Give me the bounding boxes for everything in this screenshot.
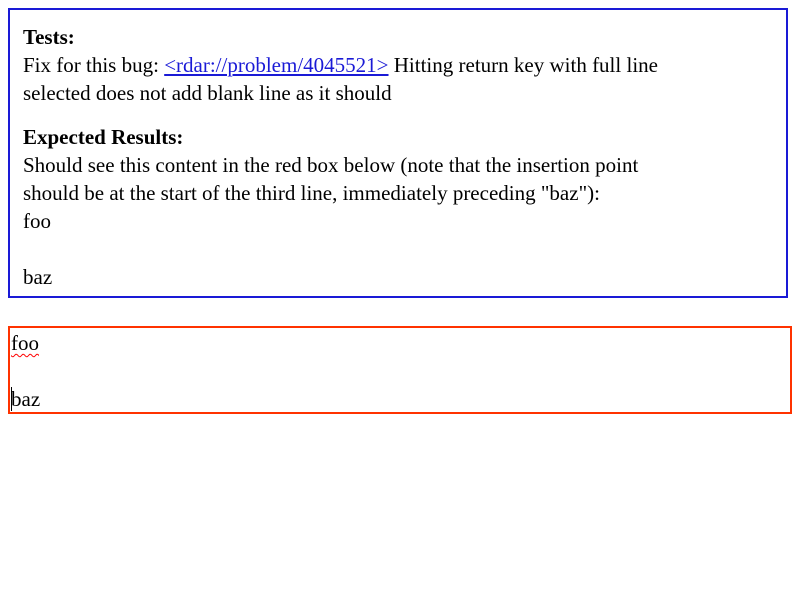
test-box-line-3-text: baz xyxy=(11,387,41,411)
test-box-line-1: foo xyxy=(11,329,790,357)
expected-content-line-3: baz xyxy=(23,265,53,289)
expected-heading: Expected Results: xyxy=(23,125,184,149)
tests-section: Tests: Fix for this bug: <rdar://problem… xyxy=(23,23,773,107)
tests-line-1: Fix for this bug: <rdar://problem/404552… xyxy=(23,51,773,79)
misspelled-word: foo xyxy=(11,331,39,355)
expected-line-1: Should see this content in the red box b… xyxy=(23,153,639,177)
editable-test-box[interactable]: foo baz xyxy=(8,326,792,414)
expected-line-2: should be at the start of the third line… xyxy=(23,181,600,205)
test-box-line-3: baz xyxy=(11,385,790,413)
tests-line-2: selected does not add blank line as it s… xyxy=(23,81,392,105)
tests-heading: Tests: xyxy=(23,25,75,49)
expected-content-line-2 xyxy=(23,235,773,263)
test-box-line-2 xyxy=(11,357,790,385)
section-divider xyxy=(23,107,773,123)
expected-section: Expected Results: Should see this conten… xyxy=(23,123,773,291)
bug-link[interactable]: <rdar://problem/4045521> xyxy=(164,53,388,77)
tests-suffix-1: Hitting return key with full line xyxy=(388,53,658,77)
explanation-box: Tests: Fix for this bug: <rdar://problem… xyxy=(8,8,788,298)
tests-prefix: Fix for this bug: xyxy=(23,53,165,77)
expected-content-line-1: foo xyxy=(23,209,51,233)
